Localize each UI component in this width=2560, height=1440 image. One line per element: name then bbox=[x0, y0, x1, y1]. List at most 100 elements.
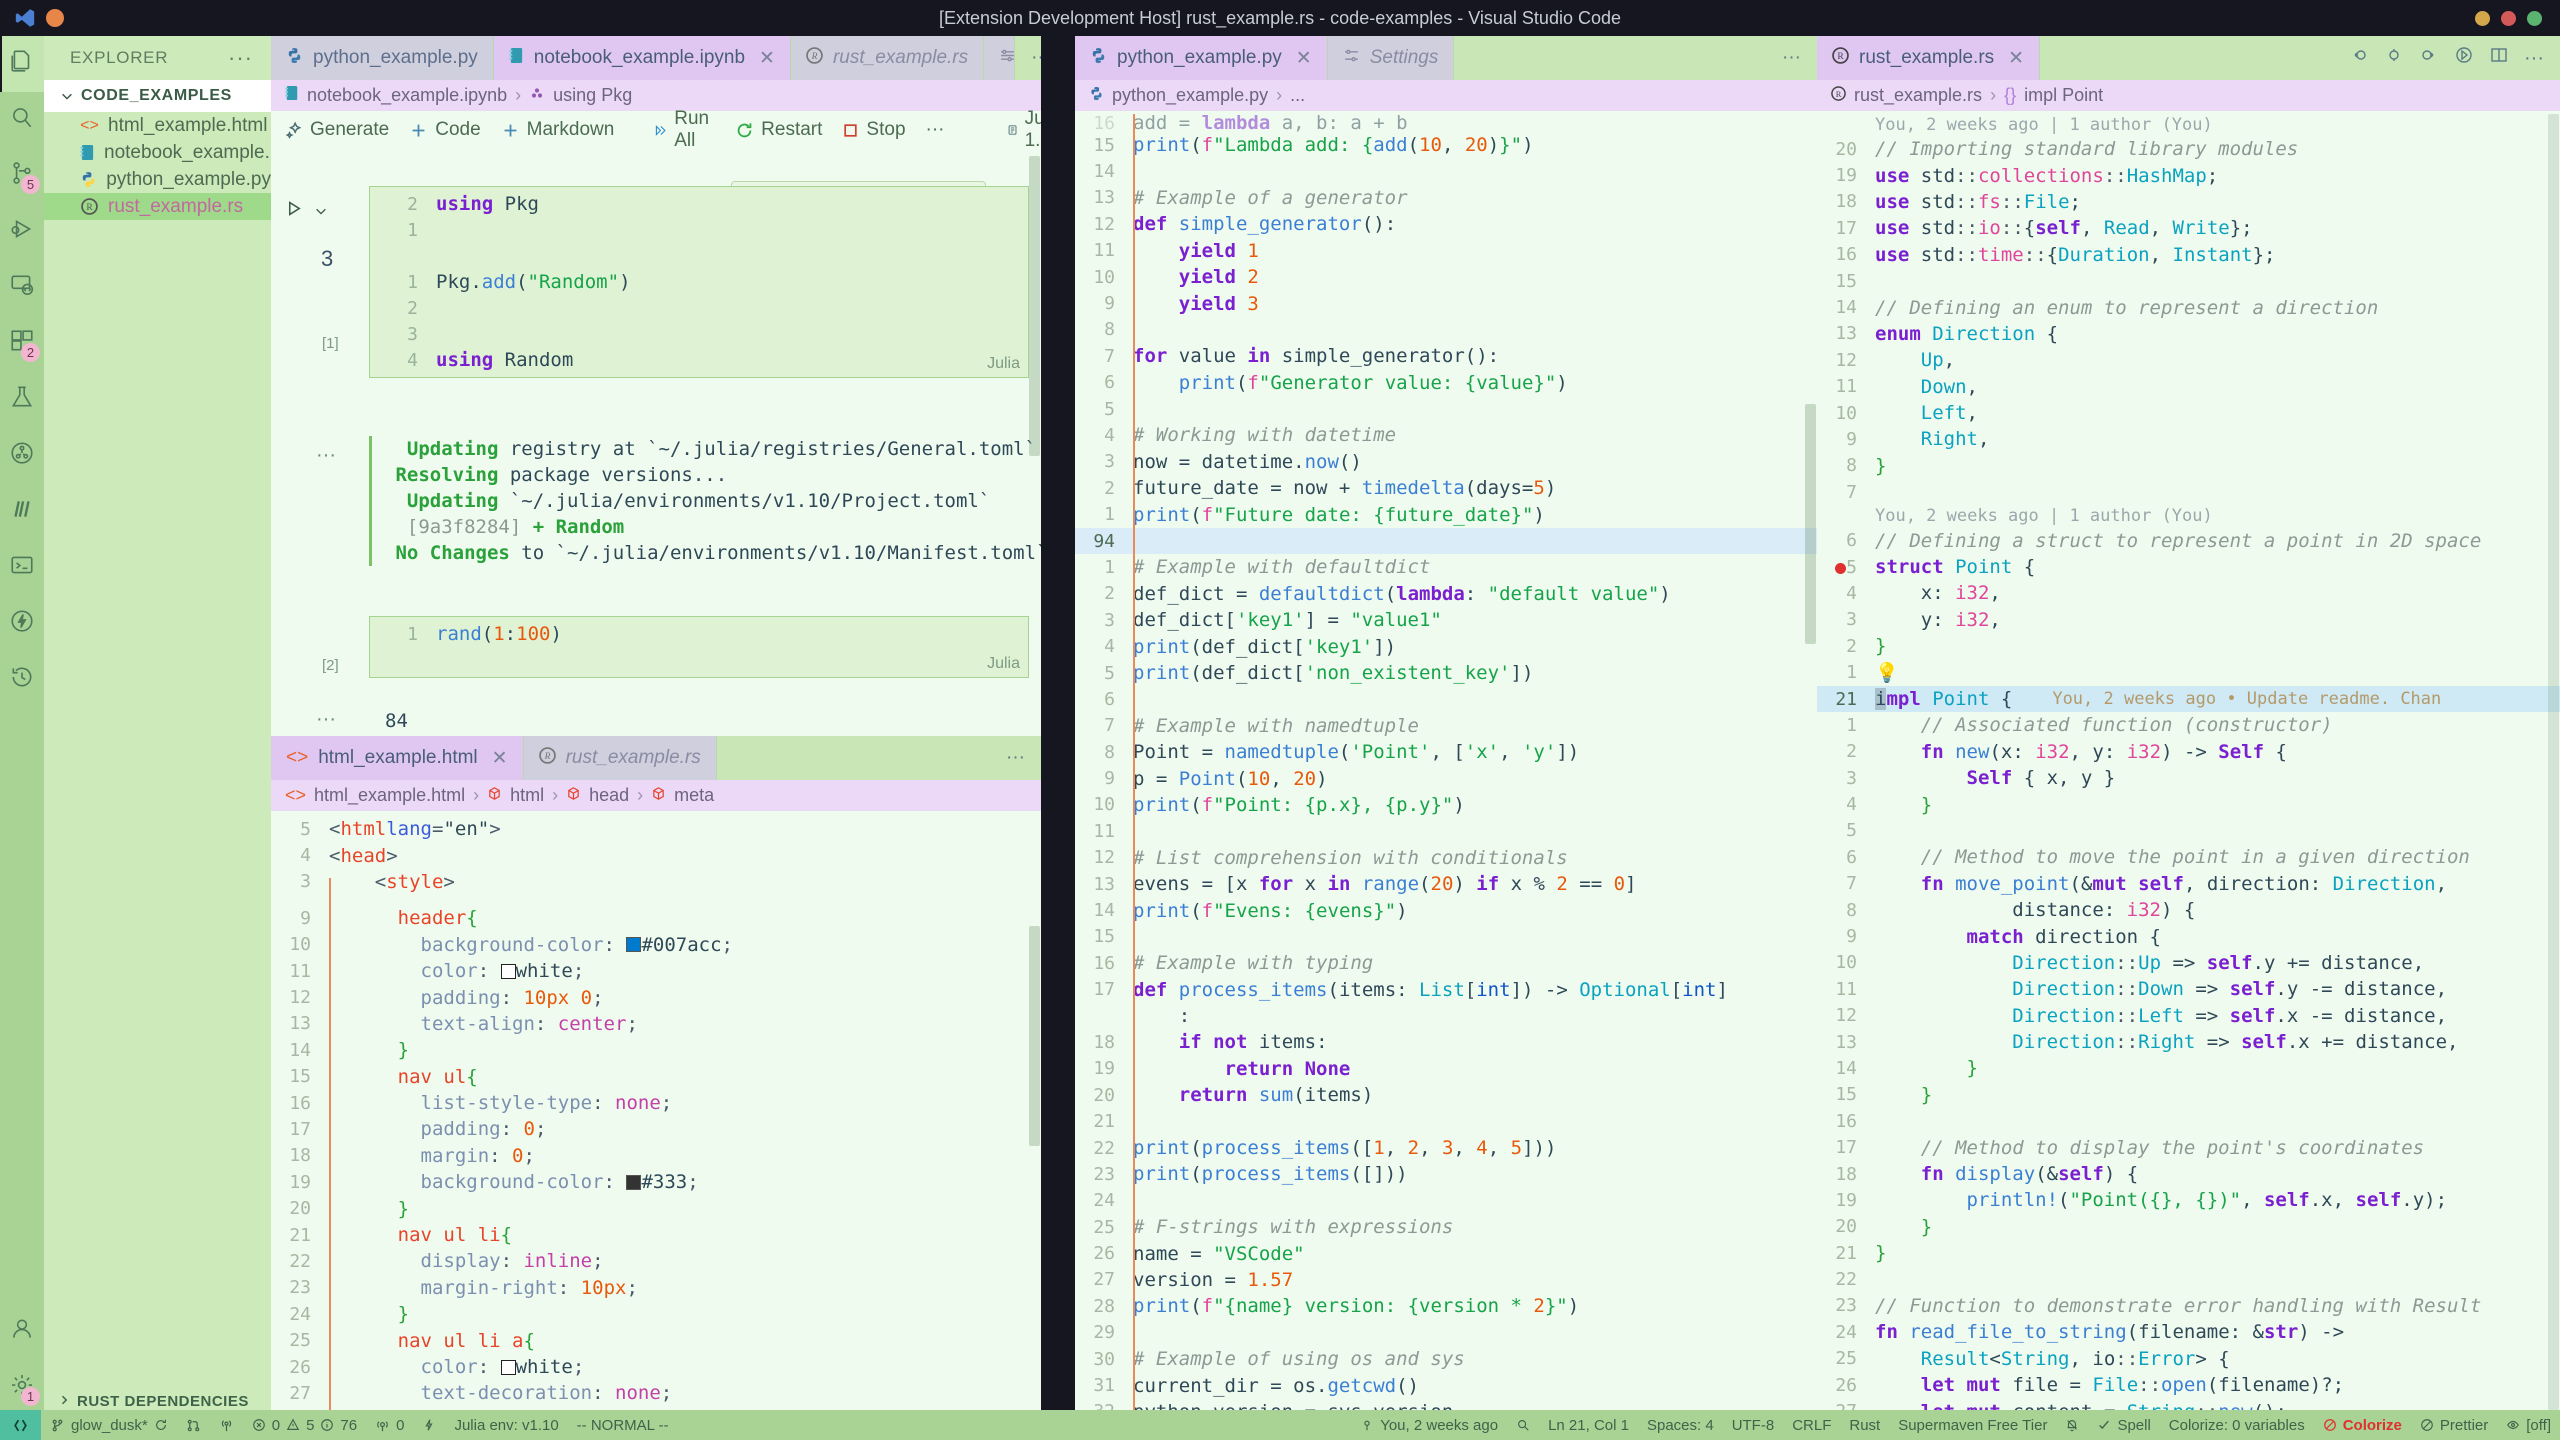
status-zap[interactable] bbox=[413, 1410, 445, 1440]
window-controls[interactable] bbox=[2475, 0, 2542, 36]
status-cursor-position[interactable]: Ln 21, Col 1 bbox=[1539, 1410, 1638, 1440]
notebook-more-icon[interactable]: ··· bbox=[926, 119, 945, 141]
file-item-notebook[interactable]: notebook_example.i... bbox=[44, 139, 271, 166]
status-encoding[interactable]: UTF-8 bbox=[1723, 1410, 1784, 1440]
status-julia-env[interactable]: Julia env: v1.10 bbox=[445, 1410, 567, 1440]
breadcrumb-item-symbol[interactable]: impl Point bbox=[2024, 85, 2103, 106]
status-supermaven[interactable]: Supermaven Free Tier bbox=[1889, 1410, 2056, 1440]
notebook-cell-2[interactable]: [2] 1rand(1:100) Julia bbox=[369, 616, 1029, 678]
cell-source[interactable]: 1rand(1:100) bbox=[370, 617, 1028, 677]
activity-item-search[interactable] bbox=[0, 92, 44, 148]
cell-source[interactable]: 2using Pkg 1 1Pkg.add("Random") 2 3 4usi… bbox=[370, 187, 1028, 377]
activity-item-manage[interactable]: 1 bbox=[0, 1360, 44, 1416]
collapse-cell-chevron-down-icon[interactable] bbox=[314, 200, 328, 224]
add-code-cell-button[interactable]: Code bbox=[409, 119, 480, 141]
account-dot-icon[interactable] bbox=[46, 9, 64, 27]
restart-kernel-button[interactable]: Restart bbox=[735, 119, 822, 141]
html-scrollbar[interactable] bbox=[1027, 816, 1041, 1410]
notebook-scrollbar-thumb[interactable] bbox=[1029, 156, 1040, 456]
breadcrumb-item-file[interactable]: python_example.py bbox=[1112, 85, 1268, 106]
status-problems[interactable]: 0 5 76 bbox=[243, 1410, 366, 1440]
more-actions-icon[interactable]: ··· bbox=[1031, 47, 1041, 69]
tab-rust-example[interactable]: R rust_example.rs bbox=[791, 36, 984, 80]
add-markdown-cell-button[interactable]: Markdown bbox=[501, 119, 615, 141]
explorer-root-folder[interactable]: CODE_EXAMPLES bbox=[44, 80, 271, 112]
status-colorize[interactable]: Colorize bbox=[2314, 1410, 2411, 1440]
status-prettier[interactable]: Prettier bbox=[2411, 1410, 2497, 1440]
activity-item-source-control[interactable]: 5 bbox=[0, 148, 44, 204]
remote-indicator[interactable] bbox=[0, 1410, 41, 1440]
breadcrumb-item-file[interactable]: rust_example.rs bbox=[1854, 85, 1982, 106]
tab-rust-example-main[interactable]: R rust_example.rs ✕ bbox=[1817, 36, 2040, 80]
tab-settings-2[interactable]: Settings bbox=[1328, 36, 1455, 80]
breadcrumb-item-file[interactable]: notebook_example.ipynb bbox=[307, 85, 507, 106]
activity-item-accounts[interactable] bbox=[0, 1304, 44, 1360]
stop-button[interactable]: Stop bbox=[842, 119, 905, 141]
status-eol[interactable]: CRLF bbox=[1783, 1410, 1840, 1440]
more-actions-icon[interactable]: ··· bbox=[2524, 47, 2544, 70]
html-code-area[interactable]: 5<html lang="en"> 4<head> 3 <style> 9 he… bbox=[271, 816, 1041, 1410]
go-next-icon[interactable] bbox=[2419, 45, 2439, 71]
status-colorize-vars[interactable]: Colorize: 0 variables bbox=[2160, 1410, 2314, 1440]
run-all-button[interactable]: Run All bbox=[654, 108, 715, 152]
close-tab-icon[interactable]: ✕ bbox=[2008, 47, 2024, 70]
status-radio-tower[interactable] bbox=[210, 1410, 243, 1440]
rust-code-area[interactable]: You, 2 weeks ago | 1 author (You) 20// I… bbox=[1817, 114, 2560, 1410]
more-actions-icon[interactable]: ··· bbox=[1006, 747, 1025, 769]
rust-scrollbar[interactable] bbox=[2546, 114, 2560, 1410]
file-item-html[interactable]: <> html_example.html bbox=[44, 112, 271, 139]
breadcrumb-item-more[interactable]: ... bbox=[1290, 85, 1305, 106]
status-bell-slash[interactable] bbox=[2056, 1410, 2088, 1440]
generate-button[interactable]: Generate bbox=[285, 119, 389, 141]
close-tab-icon[interactable]: ✕ bbox=[492, 747, 508, 770]
status-git-compare[interactable] bbox=[177, 1410, 210, 1440]
go-back-icon[interactable] bbox=[2349, 45, 2369, 71]
go-forward-icon[interactable] bbox=[2384, 45, 2404, 71]
close-tab-icon[interactable]: ✕ bbox=[759, 47, 775, 70]
status-search[interactable] bbox=[1507, 1410, 1539, 1440]
lightbulb-icon[interactable]: 💡 bbox=[1875, 661, 1899, 684]
run-cell-play-icon[interactable] bbox=[285, 199, 304, 224]
tab-settings[interactable]: Settings bbox=[984, 36, 1015, 80]
output2-more-icon[interactable]: ··· bbox=[316, 708, 336, 731]
more-actions-icon[interactable]: ··· bbox=[1782, 47, 1801, 69]
breadcrumb-item-html[interactable]: html bbox=[510, 785, 544, 806]
activity-item-testing[interactable] bbox=[0, 372, 44, 428]
breadcrumb-item-file[interactable]: html_example.html bbox=[314, 785, 465, 806]
split-editor-icon[interactable] bbox=[2489, 45, 2509, 71]
tab-rust-example-2[interactable]: R rust_example.rs bbox=[524, 736, 717, 780]
file-item-rust[interactable]: R rust_example.rs bbox=[44, 193, 271, 220]
activity-item-extensions[interactable]: 2 bbox=[0, 316, 44, 372]
activity-item-remote-explorer[interactable] bbox=[0, 260, 44, 316]
status-branch[interactable]: glow_dusk* bbox=[41, 1410, 177, 1440]
tab-html-example[interactable]: <> html_example.html ✕ bbox=[271, 736, 524, 780]
activity-item-lightning[interactable] bbox=[0, 596, 44, 652]
activity-item-julia[interactable] bbox=[0, 484, 44, 540]
python-scrollbar-thumb[interactable] bbox=[1805, 404, 1816, 644]
explorer-more-actions-icon[interactable]: ··· bbox=[228, 45, 253, 71]
tab-python-example[interactable]: python_example.py bbox=[271, 36, 494, 80]
status-spell[interactable]: Spell bbox=[2088, 1410, 2159, 1440]
close-tab-icon[interactable]: ✕ bbox=[1296, 47, 1312, 70]
status-language-mode[interactable]: Rust bbox=[1840, 1410, 1889, 1440]
activity-item-run-and-debug[interactable] bbox=[0, 204, 44, 260]
breakpoint-icon[interactable] bbox=[1835, 563, 1846, 574]
maximize-icon[interactable] bbox=[2501, 11, 2516, 26]
file-item-python[interactable]: python_example.py bbox=[44, 166, 271, 193]
tab-notebook-example[interactable]: notebook_example.ipynb ✕ bbox=[494, 36, 791, 80]
rust-scrollbar-thumb[interactable] bbox=[2548, 114, 2559, 1410]
breadcrumb-item-symbol[interactable]: using Pkg bbox=[553, 85, 632, 106]
status-indentation[interactable]: Spaces: 4 bbox=[1638, 1410, 1723, 1440]
html-scrollbar-thumb[interactable] bbox=[1029, 926, 1040, 1146]
notebook-cell-1[interactable]: [1] 2using Pkg 1 1Pkg.add("Random") 2 3 … bbox=[369, 186, 1029, 378]
python-code-area[interactable]: 16add = lambda a, b: a + b 15print(f"Lam… bbox=[1075, 114, 1817, 1410]
preview-icon[interactable] bbox=[2454, 45, 2474, 71]
python-scrollbar[interactable] bbox=[1803, 114, 1817, 1410]
breadcrumb-item-head[interactable]: head bbox=[589, 785, 629, 806]
notebook-scrollbar[interactable] bbox=[1027, 146, 1041, 736]
activity-item-explorer[interactable] bbox=[0, 36, 44, 92]
activity-item-timeline[interactable] bbox=[0, 652, 44, 708]
status-ports[interactable]: 0 bbox=[366, 1410, 413, 1440]
activity-item-dependency-graph[interactable] bbox=[0, 428, 44, 484]
breadcrumb-item-meta[interactable]: meta bbox=[674, 785, 714, 806]
